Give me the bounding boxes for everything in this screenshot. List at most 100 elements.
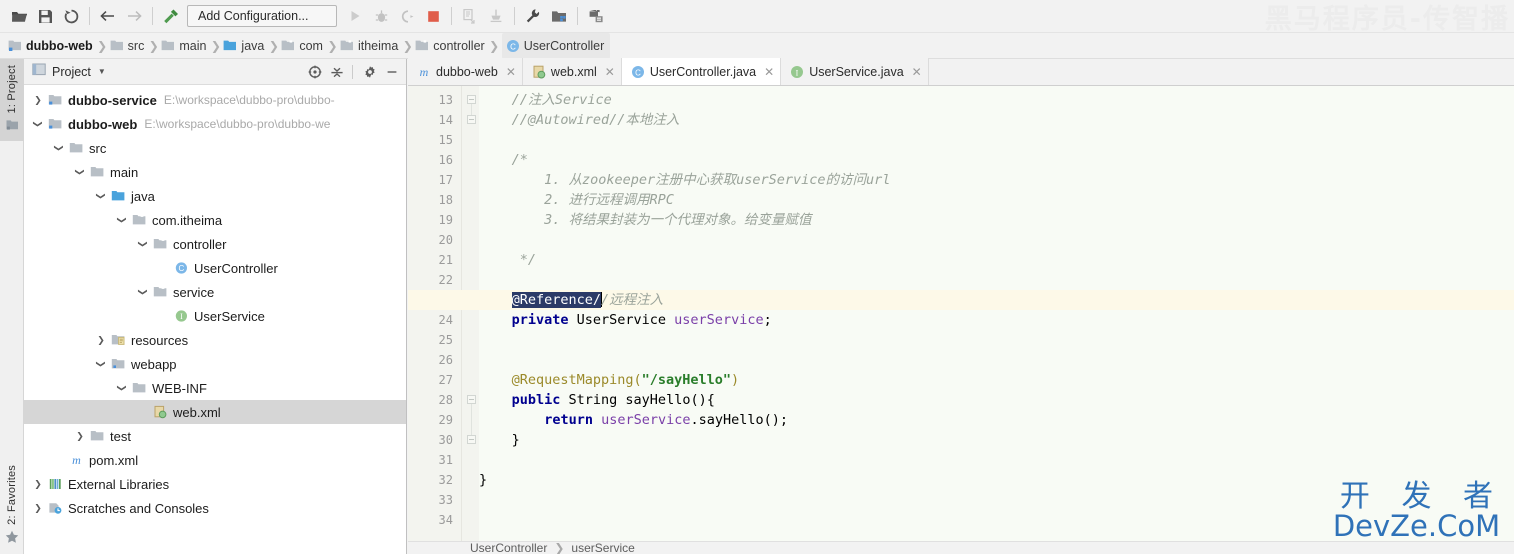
editor-tab-dubbo-web[interactable]: m dubbo-web ✕ xyxy=(408,58,523,85)
tree-node[interactable]: ❯ test xyxy=(24,424,406,448)
editor-tab-label: UserService.java xyxy=(809,64,904,79)
tree-node[interactable]: ❯ External Libraries xyxy=(24,472,406,496)
code-line[interactable]: 1. 从zookeeper注册中心获取userService的访问url xyxy=(512,170,890,190)
tree-node-label: test xyxy=(110,428,131,444)
code-line[interactable]: //注入Service xyxy=(512,90,612,110)
breadcrumb-label: com xyxy=(299,38,323,53)
chevron-down-icon[interactable]: ❯ xyxy=(131,236,155,252)
code-editor[interactable]: 1314151617181920212223242526272829303132… xyxy=(408,86,1514,541)
fold-toggle-icon[interactable] xyxy=(467,435,476,444)
chevron-down-icon[interactable]: ❯ xyxy=(110,212,134,228)
chevron-down-icon[interactable]: ▼ xyxy=(98,67,106,76)
sdk-manager-icon[interactable] xyxy=(583,3,609,29)
settings-gear-icon[interactable] xyxy=(360,62,380,82)
tree-node-label: controller xyxy=(173,236,227,252)
code-line[interactable]: //@Autowired//本地注入 xyxy=(512,110,680,130)
save-all-icon[interactable] xyxy=(32,3,58,29)
chevron-down-icon[interactable]: ❯ xyxy=(89,188,113,204)
open-folder-icon[interactable] xyxy=(6,3,32,29)
code-line[interactable]: private UserService userService; xyxy=(512,310,772,330)
chevron-down-icon[interactable]: ❯ xyxy=(68,164,92,180)
project-structure-icon[interactable] xyxy=(546,3,572,29)
fold-toggle-icon[interactable] xyxy=(467,115,476,124)
code-line[interactable]: @Reference//远程注入 xyxy=(511,290,663,310)
tree-node[interactable]: ❯ controller xyxy=(24,232,406,256)
code-line[interactable]: } xyxy=(512,430,520,450)
tool-window-tab-project[interactable]: 1: Project xyxy=(0,59,24,142)
chevron-down-icon[interactable]: ❯ xyxy=(26,116,50,132)
chevron-right-icon[interactable]: ❯ xyxy=(30,88,46,112)
editor-breadcrumb-field: userService xyxy=(571,541,635,554)
chevron-right-icon[interactable]: ❯ xyxy=(30,472,46,496)
chevron-down-icon[interactable]: ❯ xyxy=(89,356,113,372)
tree-node[interactable]: ❯ WEB-INF xyxy=(24,376,406,400)
code-line[interactable]: 2. 进行远程调用RPC xyxy=(512,190,674,210)
tree-node[interactable]: ❯ Scratches and Consoles xyxy=(24,496,406,520)
editor-code-area[interactable]: //注入Service //@Autowired//本地注入 /* 1. 从zook… xyxy=(408,86,1514,541)
code-line[interactable]: /* xyxy=(512,150,528,170)
chevron-down-icon[interactable]: ❯ xyxy=(131,284,155,300)
chevron-down-icon[interactable]: ❯ xyxy=(47,140,71,156)
tree-node-label: webapp xyxy=(131,356,177,372)
editor-fold-column[interactable] xyxy=(462,86,479,541)
tool-window-tab-favorites[interactable]: 2: Favorites xyxy=(0,459,24,554)
hide-panel-icon[interactable] xyxy=(382,62,402,82)
close-icon[interactable]: ✕ xyxy=(506,65,516,79)
breadcrumb-item-controller[interactable]: controller xyxy=(415,33,486,59)
tree-node[interactable]: ❯ dubbo-web E:\workspace\dubbo-pro\dubbo-w… xyxy=(24,112,406,136)
code-line[interactable]: 3. 将结果封装为一个代理对象。给变量赋值 xyxy=(512,210,811,230)
editor-bottom-breadcrumb[interactable]: UserController ❯ userService xyxy=(408,541,1514,554)
tree-node[interactable]: ❯ resources xyxy=(24,328,406,352)
breadcrumb-label: java xyxy=(241,38,265,53)
editor-tab-usercontroller-java[interactable]: C UserController.java ✕ xyxy=(621,58,782,85)
sync-icon[interactable] xyxy=(58,3,84,29)
tree-node[interactable]: ❯ java xyxy=(24,184,406,208)
editor-breadcrumb-separator: ❯ xyxy=(554,541,565,554)
collapse-all-icon[interactable] xyxy=(327,62,347,82)
close-icon[interactable]: ✕ xyxy=(912,65,922,79)
close-icon[interactable]: ✕ xyxy=(605,65,615,79)
tree-node[interactable]: m pom.xml xyxy=(24,448,406,472)
tree-node[interactable]: ❯ webapp xyxy=(24,352,406,376)
breadcrumb-item-dubbo-web[interactable]: dubbo-web xyxy=(8,33,95,59)
editor-tab-web-xml[interactable]: web.xml ✕ xyxy=(522,58,622,85)
tree-node[interactable]: ❯ src xyxy=(24,136,406,160)
chevron-right-icon[interactable]: ❯ xyxy=(93,328,109,352)
breadcrumb-item-src[interactable]: src xyxy=(110,33,147,59)
back-icon[interactable] xyxy=(95,3,121,29)
breadcrumb-item-java[interactable]: java xyxy=(223,33,266,59)
code-token: //@Autowired//本地注入 xyxy=(511,112,680,128)
breadcrumb-item-itheima[interactable]: itheima xyxy=(340,33,400,59)
chevron-right-icon[interactable]: ❯ xyxy=(72,424,88,448)
chevron-down-icon[interactable]: ❯ xyxy=(110,380,134,396)
tree-node[interactable]: ❯ main xyxy=(24,160,406,184)
editor-tab-userservice-java[interactable]: I UserService.java ✕ xyxy=(781,58,929,85)
breadcrumb-item-main[interactable]: main xyxy=(161,33,208,59)
stop-icon[interactable] xyxy=(420,3,446,29)
code-line[interactable]: } xyxy=(479,470,487,490)
fold-toggle-icon[interactable] xyxy=(467,95,476,104)
editor-gutter[interactable]: 1314151617181920212223242526272829303132… xyxy=(408,86,462,541)
libraries-icon xyxy=(46,472,64,496)
chevron-right-icon[interactable]: ❯ xyxy=(30,496,46,520)
build-hammer-icon[interactable] xyxy=(158,3,184,29)
settings-wrench-icon[interactable] xyxy=(520,3,546,29)
fold-toggle-icon[interactable] xyxy=(467,395,476,404)
close-icon[interactable]: ✕ xyxy=(764,65,774,79)
tree-node-label: resources xyxy=(131,332,189,348)
tree-node[interactable]: ❯ dubbo-service E:\workspace\dubbo-pro\dub… xyxy=(24,88,406,112)
breadcrumb-item-usercontroller[interactable]: C UserController xyxy=(501,32,611,59)
code-line[interactable]: return userService.sayHello(); xyxy=(544,410,788,430)
code-line[interactable]: public String sayHello(){ xyxy=(512,390,715,410)
tree-node[interactable]: ❯ service xyxy=(24,280,406,304)
tree-node[interactable]: ❯ com.itheima xyxy=(24,208,406,232)
code-line[interactable]: @RequestMapping("/sayHello") xyxy=(512,370,740,390)
tree-node[interactable]: I UserService xyxy=(24,304,406,328)
breadcrumb-item-com[interactable]: com xyxy=(281,33,325,59)
project-tree[interactable]: ❯ dubbo-service E:\workspace\dubbo-pro\dub… xyxy=(24,85,406,554)
tree-node[interactable]: C UserController xyxy=(24,256,406,280)
scroll-from-source-icon[interactable] xyxy=(305,62,325,82)
code-line[interactable]: */ xyxy=(512,250,536,270)
run-configuration-selector[interactable]: Add Configuration... xyxy=(187,5,337,27)
tree-node[interactable]: web.xml xyxy=(24,400,406,424)
